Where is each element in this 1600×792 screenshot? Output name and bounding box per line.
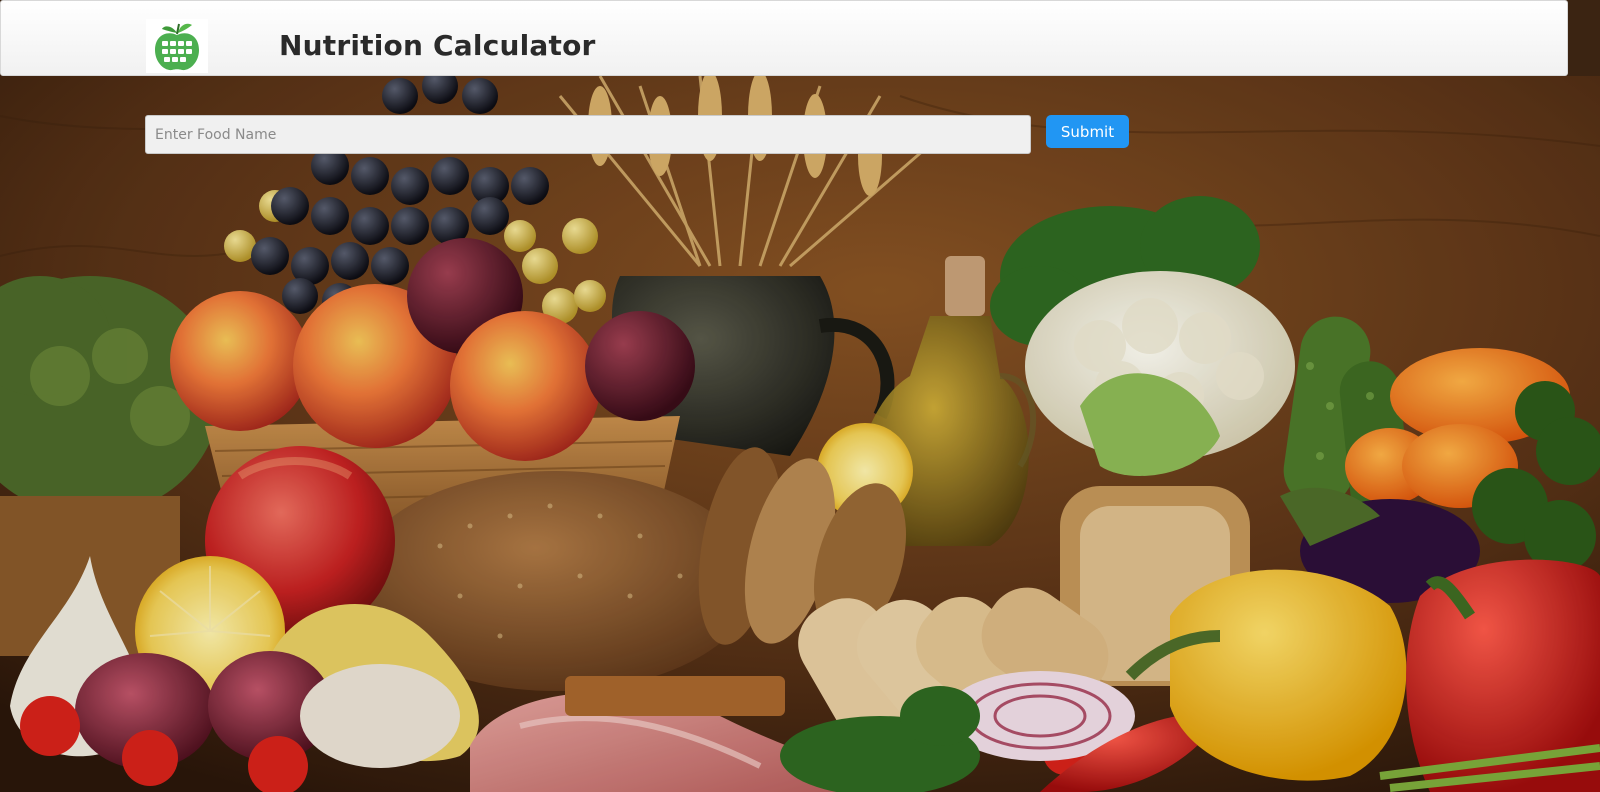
calculator-apple-icon[interactable]	[146, 19, 208, 73]
submit-button[interactable]: Submit	[1046, 115, 1129, 148]
navbar: Nutrition Calculator	[0, 0, 1568, 76]
app-title: Nutrition Calculator	[279, 29, 596, 62]
background-food-image	[0, 76, 1600, 792]
food-name-input[interactable]	[145, 115, 1031, 154]
